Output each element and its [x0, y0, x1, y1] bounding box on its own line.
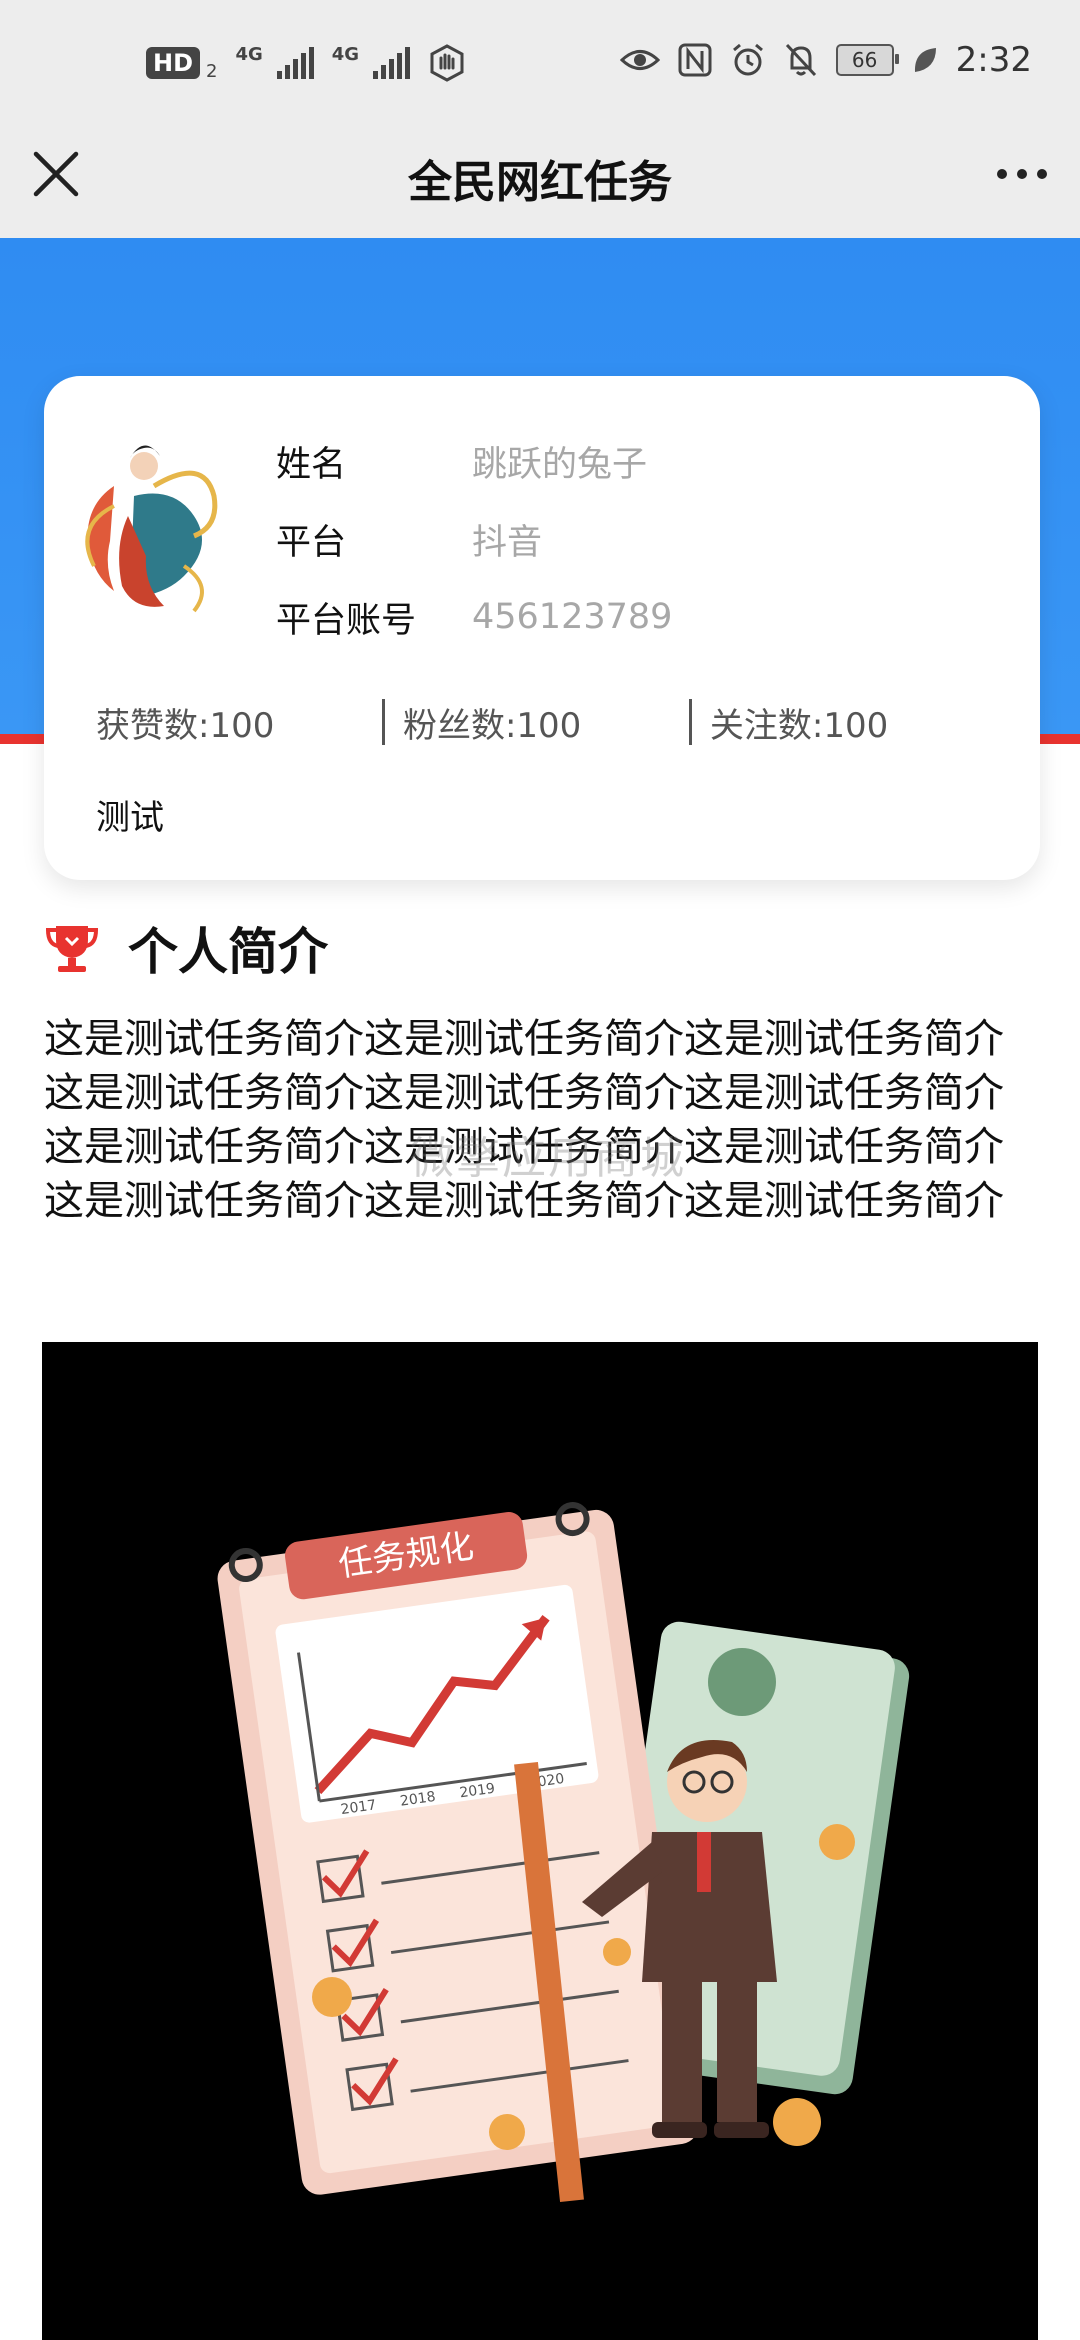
status-bar: HD 2 4G 4G 66 2:32	[0, 0, 1080, 128]
field-row-name: 姓名 跳跃的兔子	[276, 422, 672, 500]
field-label: 平台账号	[276, 600, 417, 641]
field-label: 姓名	[276, 444, 347, 485]
avatar	[85, 445, 218, 613]
eye-icon	[619, 50, 660, 70]
battery-icon: 66	[835, 44, 899, 76]
alarm-icon	[732, 43, 763, 76]
field-value: 抖音	[472, 522, 543, 563]
stat-divider	[689, 699, 692, 745]
field-row-platform: 平台 抖音	[276, 500, 672, 578]
profile-tagline: 测试	[96, 798, 164, 838]
nav-bar: 全民网红任务	[0, 128, 1080, 238]
status-left: HD 2 4G 4G	[146, 44, 466, 82]
intro-header: 个人简介	[44, 912, 328, 984]
nfc-icon	[678, 43, 712, 77]
status-right: 66 2:32	[619, 40, 1032, 80]
watermark: 微擎应用商城	[410, 1133, 686, 1184]
stats-row: 获赞数:100 粉丝数:100 关注数:100	[96, 692, 996, 752]
leaf-icon	[914, 48, 936, 72]
gesture-icon	[430, 44, 464, 82]
sim-slot-label: 2	[206, 61, 218, 82]
clock-time: 2:32	[955, 40, 1032, 80]
field-label: 平台	[276, 522, 347, 563]
task-illustration: 任务规化 2017 2018 2019 2020	[42, 1342, 1038, 2340]
intro-title: 个人简介	[128, 923, 328, 981]
profile-card: 姓名 跳跃的兔子 平台 抖音 平台账号 456123789 获赞数:100 粉丝…	[44, 376, 1040, 880]
fans-count: 粉丝数:100	[402, 705, 582, 746]
field-value: 456123789	[472, 597, 673, 637]
more-icon[interactable]	[992, 150, 1052, 198]
mute-icon	[785, 43, 816, 77]
following-count: 关注数:100	[709, 705, 889, 746]
signal-icon	[276, 47, 314, 79]
illustration-graphic: 任务规化 2017 2018 2019 2020	[217, 1502, 910, 2203]
network-label-1: 4G	[235, 44, 263, 65]
trophy-icon	[45, 926, 99, 972]
stat-divider	[382, 699, 385, 745]
likes-count: 获赞数:100	[96, 705, 275, 746]
network-label-2: 4G	[331, 44, 360, 65]
profile-info: 姓名 跳跃的兔子 平台 抖音 平台账号 456123789	[276, 422, 672, 656]
intro-text: 这是测试任务简介这是测试任务简介这是测试任务简介这是测试任务简介这是测试任务简介…	[44, 1016, 1004, 1224]
signal-icon	[373, 47, 411, 79]
hd-icon: HD	[146, 47, 201, 79]
page-title: 全民网红任务	[408, 157, 672, 208]
field-row-account: 平台账号 456123789	[276, 578, 672, 656]
field-value: 跳跃的兔子	[472, 444, 648, 485]
